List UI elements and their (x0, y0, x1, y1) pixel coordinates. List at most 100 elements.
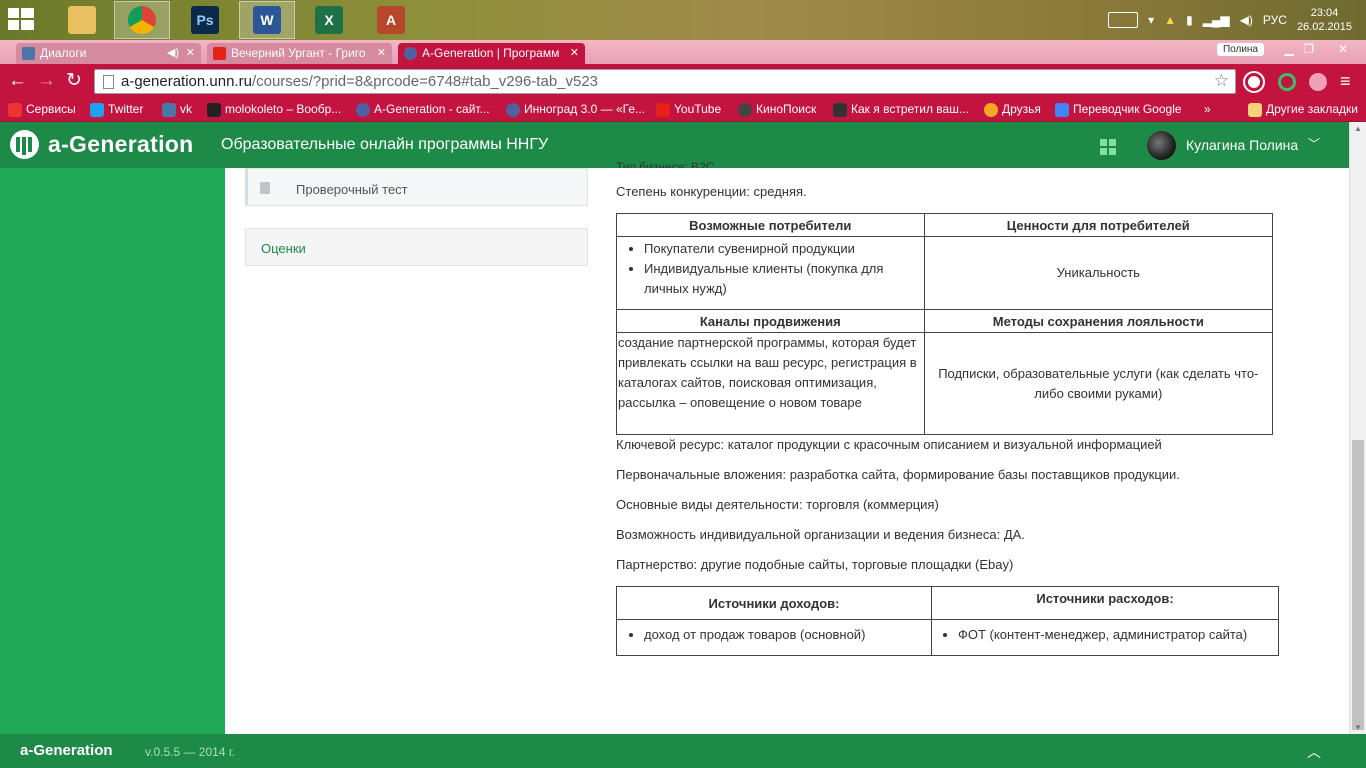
bookmark-label: Инноград 3.0 — «Ге... (524, 102, 646, 116)
list-item: Покупатели сувенирной продукции (644, 239, 924, 259)
table-cell: Подписки, образовательные услуги (как сд… (923, 332, 1274, 435)
twitter-icon (90, 103, 104, 117)
sidebar-item-test[interactable]: Проверочный тест (245, 168, 588, 206)
bookmark-kinopoisk[interactable]: КиноПоиск (738, 102, 816, 117)
table-header: Источники расходов: (931, 586, 1279, 620)
word-icon[interactable]: W (239, 1, 295, 39)
access-icon[interactable]: A (363, 1, 419, 39)
user-name[interactable]: Кулагина Полина (1186, 137, 1298, 153)
scroll-thumb[interactable] (1352, 440, 1364, 730)
chevron-up-icon[interactable]: ▾ (1148, 13, 1154, 27)
table-cell: Покупатели сувенирной продукции Индивиду… (616, 236, 925, 310)
chrome-icon[interactable] (114, 1, 170, 39)
back-icon[interactable]: ← (8, 71, 27, 91)
profile-badge[interactable]: Полина (1216, 43, 1264, 56)
reload-icon[interactable]: ↻ (66, 71, 82, 91)
apps-grid-icon[interactable] (1100, 139, 1117, 156)
bookmark-google-translate[interactable]: Переводчик Google (1055, 102, 1182, 117)
close-window-icon[interactable]: ✕ (1338, 42, 1348, 56)
close-icon[interactable]: ✕ (570, 46, 579, 59)
photoshop-icon[interactable]: Ps (177, 1, 233, 39)
tab-a-generation[interactable]: A-Generation | Программ ✕ (398, 43, 585, 64)
income-expenses-table: Источники доходов: Источники расходов: д… (616, 586, 1279, 656)
kinopoisk-icon (738, 103, 752, 117)
restore-icon[interactable]: ❐ (1303, 42, 1314, 56)
bookmark-twitter[interactable]: Twitter (90, 102, 144, 117)
table-cell: доход от продаж товаров (основной) (616, 619, 932, 656)
table-cell: Уникальность (923, 236, 1274, 310)
key-resource-text: Ключевой ресурс: каталог продукции с кра… (616, 437, 1162, 452)
bookmark-innograd[interactable]: Инноград 3.0 — «Ге... (506, 102, 646, 117)
footer-logo[interactable]: a-Generation (20, 742, 113, 759)
signal-icon[interactable]: ▂▄▆ (1203, 13, 1230, 27)
clock-time: 23:04 (1310, 7, 1339, 19)
sidebar-item-grades[interactable]: Оценки (245, 228, 588, 266)
site-logo-text[interactable]: a-Generation (48, 131, 193, 158)
bookmark-friends[interactable]: Друзья (984, 102, 1041, 117)
a-generation-favicon-icon (404, 47, 417, 60)
adblock-icon[interactable] (1245, 73, 1263, 91)
page-scrollbar[interactable]: ▲ ▼ (1349, 122, 1366, 734)
left-green-strip (0, 168, 225, 734)
chevron-down-icon[interactable]: ﹀ (1308, 135, 1320, 152)
folder-icon (1248, 103, 1262, 117)
forward-icon[interactable]: → (37, 71, 56, 91)
scroll-down-icon[interactable]: ▼ (1354, 723, 1362, 732)
close-icon[interactable]: ✕ (377, 46, 386, 59)
footer-version: v.0.5.5 — 2014 г. (145, 745, 236, 759)
bookmark-label: Друзья (1002, 102, 1041, 116)
bookmark-a-generation[interactable]: A-Generation - сайт... (356, 102, 490, 117)
windows-start-icon[interactable] (8, 8, 34, 32)
menu-icon[interactable]: ≡ (1340, 71, 1351, 91)
bookmark-services[interactable]: Сервисы (8, 102, 76, 117)
bookmark-youtube[interactable]: YouTube (656, 102, 721, 117)
language-indicator[interactable]: РУС (1263, 13, 1287, 27)
table-header: Ценности для потребителей (923, 213, 1274, 237)
volume-icon[interactable]: ◀) (1240, 13, 1253, 27)
scroll-up-icon[interactable]: ▲ (1354, 124, 1362, 133)
bookmark-label: Twitter (108, 102, 144, 116)
bookmarks-more-icon[interactable]: » (1204, 102, 1211, 116)
tab-title: Диалоги (40, 46, 87, 60)
bookmark-label: Как я встретил ваш... (851, 102, 969, 116)
partnership-text: Партнерство: другие подобные сайты, торг… (616, 557, 1014, 572)
google-drive-icon[interactable]: ▲ (1164, 13, 1176, 27)
extension-green-icon[interactable] (1278, 73, 1296, 91)
apps-icon (8, 103, 22, 117)
file-explorer-icon[interactable] (54, 1, 110, 39)
address-bar[interactable]: a-generation.unn.ru/courses/?prid=8&prco… (94, 69, 1236, 94)
url-host: a-generation.unn.ru (121, 73, 252, 90)
bookmark-label: molokoleto – Вообр... (225, 102, 342, 116)
bookmark-molokoleto[interactable]: molokoleto – Вообр... (207, 102, 342, 117)
youtube-icon (656, 103, 670, 117)
excel-icon[interactable]: X (301, 1, 357, 39)
list-item: доход от продаж товаров (основной) (644, 625, 931, 645)
tab-title: A-Generation | Программ (422, 46, 560, 60)
a-generation-icon (356, 103, 370, 117)
minimize-icon[interactable]: ▁ (1285, 42, 1294, 56)
tab-title: Вечерний Ургант - Григо (231, 46, 366, 60)
close-icon[interactable]: ✕ (186, 46, 195, 59)
extension-paw-icon[interactable] (1309, 73, 1327, 91)
power-icon[interactable]: ▮ (1186, 13, 1193, 27)
bookmark-himym[interactable]: Как я встретил ваш... (833, 102, 969, 117)
bookmark-other[interactable]: Другие закладки (1248, 102, 1358, 117)
tab-dialogs[interactable]: Диалоги ◀) ✕ (16, 43, 201, 64)
clock[interactable]: 23:04 26.02.2015 (1297, 6, 1352, 34)
bookmark-vk[interactable]: vk (162, 102, 192, 117)
vk-icon (162, 103, 176, 117)
scroll-top-chevron-icon[interactable]: ︿ (1307, 742, 1321, 762)
keyboard-icon[interactable] (1108, 12, 1139, 28)
friends-icon (984, 103, 998, 117)
bookmark-star-icon[interactable]: ☆ (1214, 71, 1229, 91)
browser-toolbar: ← → ↻ a-generation.unn.ru/courses/?prid=… (0, 64, 1366, 98)
avatar[interactable] (1147, 131, 1176, 160)
a-generation-logo-icon[interactable] (10, 130, 39, 159)
document-icon (260, 182, 270, 194)
vk-favicon-icon (22, 47, 35, 60)
molokoleto-icon (207, 103, 221, 117)
list-item: ФОТ (контент-менеджер, администратор сай… (958, 625, 1278, 645)
tab-urgant[interactable]: Вечерний Ургант - Григо ✕ (207, 43, 392, 64)
himym-icon (833, 103, 847, 117)
business-type-line: Тип бизнеса: B2C (616, 160, 715, 168)
